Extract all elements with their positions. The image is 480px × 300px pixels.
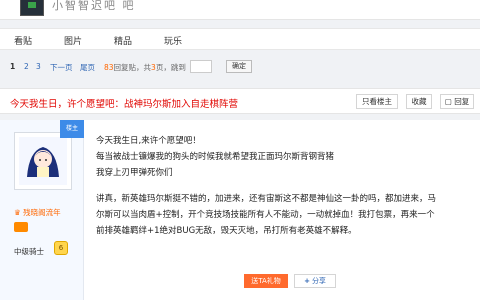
page-3[interactable]: 3 <box>36 62 41 71</box>
share-button[interactable]: + 分享 <box>294 274 336 288</box>
page-1[interactable]: 1 <box>10 62 15 71</box>
post-line-2: 每当被战士镰爆我的狗头的时候我就希望我正面玛尔斯背钢背猪 <box>96 152 335 162</box>
reply-count: 83 <box>104 63 114 72</box>
level-name: 中级骑士 <box>14 247 44 256</box>
reply-icon: ▢ <box>444 97 455 106</box>
share-label: 分享 <box>311 277 326 285</box>
forum-title[interactable]: 小智智迟吧 吧 <box>52 0 136 13</box>
post-line-1: 今天我生日,来许个愿望吧！ <box>96 136 201 146</box>
reply-label: 回复 <box>454 97 470 106</box>
avatar-image <box>19 137 67 185</box>
level-badge[interactable]: 6 <box>54 241 68 255</box>
next-page-link[interactable]: 下一页 <box>50 62 73 73</box>
author-name[interactable]: ♛ 残晓阁流年 <box>14 207 61 218</box>
page-text: 页，跳到 <box>155 63 186 72</box>
tab-posts[interactable]: 看贴 <box>14 34 32 47</box>
page-jump-button[interactable]: 确定 <box>226 60 252 73</box>
thread-starter-badge: 楼主 <box>60 120 84 138</box>
pagination: 1 2 3 下一页 尾页 83回复贴，共3页，跳到 确定 <box>0 56 480 78</box>
author-name-text: 残晓阁流年 <box>23 208 61 217</box>
last-page-link[interactable]: 尾页 <box>80 62 95 73</box>
thread-title: 今天我生日，许个愿望吧：战神玛尔斯加入自走棋阵营 <box>10 99 239 110</box>
page-jump-input[interactable] <box>190 60 212 73</box>
tab-fun[interactable]: 玩乐 <box>164 34 182 47</box>
avatar-illustration <box>19 137 67 185</box>
post-floor-1: 楼主 ♛ 残晓阁流年 中级骑士 6 今天我生日,来许个愿望吧！ 每当被战士镰爆我… <box>0 120 480 300</box>
tab-images[interactable]: 图片 <box>64 34 82 47</box>
post-line-4: 讲真，新英雄玛尔斯挺不错的，加进来，还有宙斯这不都是神仙这一卦的吗，都加进来，马 <box>96 194 437 204</box>
favorite-button[interactable]: 收藏 <box>406 94 432 109</box>
post-line-6: 前排英雄羁绊+1绝对BUG无敌，毁天灭地，吊打所有老英雄不解释。 <box>96 226 357 236</box>
avatar[interactable] <box>14 132 72 190</box>
forum-logo[interactable] <box>20 0 44 16</box>
send-gift-button[interactable]: 送TA礼物 <box>244 274 288 288</box>
author-panel: 楼主 ♛ 残晓阁流年 中级骑士 6 <box>0 120 84 300</box>
forum-nav: 看贴 图片 精品 玩乐 <box>0 28 480 50</box>
reply-button[interactable]: ▢ 回复 <box>440 94 474 109</box>
forum-banner: 小智智迟吧 吧 <box>0 0 480 20</box>
reply-text: 回复贴，共 <box>113 63 152 72</box>
medal-icon[interactable] <box>14 222 28 232</box>
crown-icon: ♛ <box>14 208 21 217</box>
only-author-button[interactable]: 只看楼主 <box>356 94 398 109</box>
tieba-thread-page: 小智智迟吧 吧 看贴 图片 精品 玩乐 1 2 3 下一页 尾页 83回复贴，共… <box>0 0 480 300</box>
plus-icon: + <box>304 277 310 285</box>
reply-summary: 83回复贴，共3页，跳到 <box>104 62 186 73</box>
tab-featured[interactable]: 精品 <box>114 34 132 47</box>
post-line-3: 我穿上刃甲弹死你们 <box>96 168 173 178</box>
thread-title-bar: 今天我生日，许个愿望吧：战神玛尔斯加入自走棋阵营 只看楼主 收藏 ▢ 回复 <box>0 88 480 114</box>
post-line-5: 尔斯可以当肉盾+控制，开个竞技场技能所有人不能动，一动就掉血！我打包票，再来一个 <box>96 210 435 220</box>
page-2[interactable]: 2 <box>24 62 29 71</box>
